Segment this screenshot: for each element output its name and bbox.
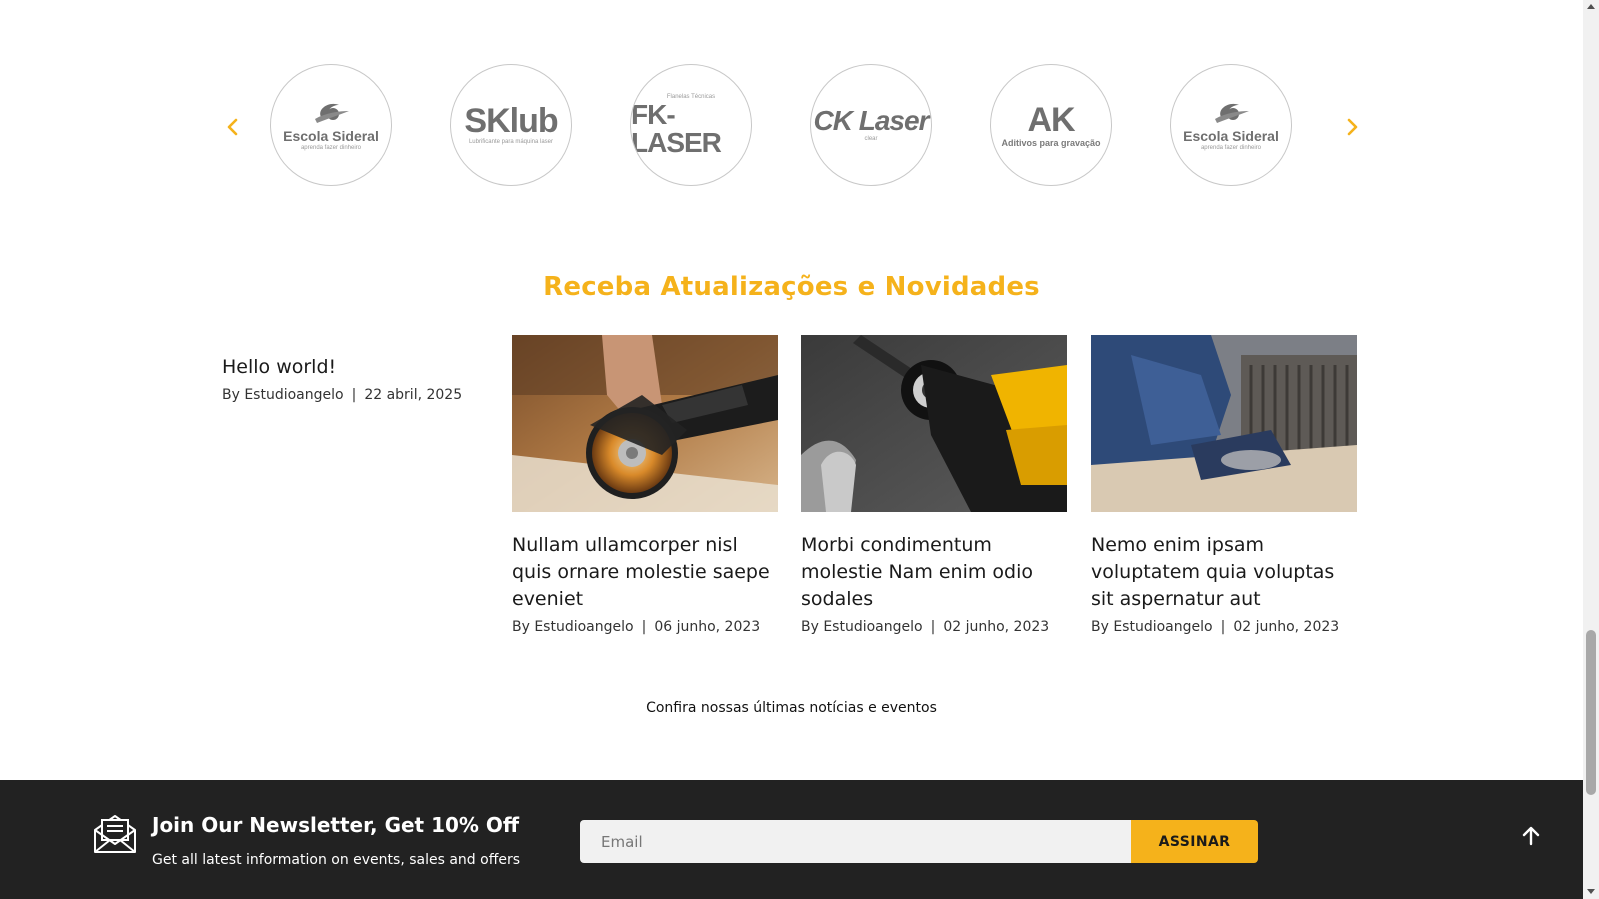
blog-post: Nullam ullamcorper nisl quis ornare mole… bbox=[512, 335, 778, 635]
meta-separator: | bbox=[351, 387, 357, 403]
brand-name: Escola Sideral bbox=[1183, 127, 1279, 144]
post-meta: By Estudioangelo | 02 junho, 2023 bbox=[801, 619, 1067, 635]
brand-tagline: Aditivos para gravação bbox=[1001, 137, 1101, 148]
brand-tagline: clear bbox=[864, 136, 878, 143]
arrow-up-icon bbox=[1522, 826, 1540, 846]
newsletter-subtitle: Get all latest information on events, sa… bbox=[152, 852, 521, 868]
brand-name: FK-LASER bbox=[631, 98, 722, 158]
chevron-left-icon bbox=[227, 118, 238, 136]
post-title-link[interactable]: Hello world! bbox=[222, 354, 488, 381]
post-title-link[interactable]: Nullam ullamcorper nisl quis ornare mole… bbox=[512, 532, 778, 613]
latest-news-link[interactable]: Confira nossas últimas notícias e evento… bbox=[0, 700, 1583, 716]
meta-separator: | bbox=[1220, 619, 1226, 635]
post-date: 06 junho, 2023 bbox=[654, 619, 761, 635]
escola-sideral-logo-icon bbox=[315, 103, 349, 123]
brand-name: SKlub bbox=[464, 102, 558, 141]
post-meta: By Estudioangelo | 22 abril, 2025 bbox=[222, 387, 488, 403]
blog-post: Nemo enim ipsam voluptatem quia voluptas… bbox=[1091, 335, 1357, 635]
brand-logo-escola-sideral[interactable]: Escola Sideral aprenda fazer dinheiro bbox=[270, 64, 392, 186]
post-author: By Estudioangelo bbox=[222, 387, 344, 403]
post-author: By Estudioangelo bbox=[1091, 619, 1213, 635]
post-date: 02 junho, 2023 bbox=[943, 619, 1050, 635]
subscribe-button[interactable]: ASSINAR bbox=[1131, 820, 1258, 863]
post-image-drill[interactable] bbox=[801, 335, 1067, 512]
scroll-down-arrow-icon[interactable] bbox=[1587, 889, 1595, 894]
brand-logo-ck-laser[interactable]: CK Laser clear bbox=[810, 64, 932, 186]
escola-sideral-logo-icon bbox=[1215, 103, 1249, 123]
meta-separator: | bbox=[641, 619, 647, 635]
brand-name: Escola Sideral bbox=[283, 127, 379, 144]
email-input[interactable] bbox=[580, 820, 1131, 863]
brand-logo-escola-sideral[interactable]: Escola Sideral aprenda fazer dinheiro bbox=[1170, 64, 1292, 186]
brand-logo-ak[interactable]: AK Aditivos para gravação bbox=[990, 64, 1112, 186]
chevron-right-icon bbox=[1347, 118, 1358, 136]
post-title-link[interactable]: Nemo enim ipsam voluptatem quia voluptas… bbox=[1091, 532, 1357, 613]
post-image-angle-grinder[interactable] bbox=[512, 335, 778, 512]
scrollbar-thumb[interactable] bbox=[1586, 630, 1596, 795]
brand-name: CK Laser bbox=[813, 105, 930, 137]
brand-tagline: Lubrificante para máquina laser bbox=[468, 139, 554, 146]
post-author: By Estudioangelo bbox=[801, 619, 923, 635]
section-title: Receba Atualizações e Novidades bbox=[543, 272, 1040, 302]
brand-logo-fk-laser[interactable]: Flanelas Técnicas FK-LASER bbox=[630, 64, 752, 186]
post-meta: By Estudioangelo | 06 junho, 2023 bbox=[512, 619, 778, 635]
newsletter-footer: Join Our Newsletter, Get 10% Off Get all… bbox=[0, 780, 1583, 899]
page-scrollbar[interactable] bbox=[1583, 0, 1599, 899]
envelope-icon bbox=[94, 815, 136, 853]
post-author: By Estudioangelo bbox=[512, 619, 634, 635]
brand-logo-sklub[interactable]: SKlub Lubrificante para máquina laser bbox=[450, 64, 572, 186]
brand-name: AK bbox=[1027, 100, 1075, 139]
brand-tagline: aprenda fazer dinheiro bbox=[1200, 144, 1262, 151]
brand-carousel: Escola Sideral aprenda fazer dinheiro SK… bbox=[220, 64, 1360, 190]
meta-separator: | bbox=[930, 619, 936, 635]
post-title-link[interactable]: Morbi condimentum molestie Nam enim odio… bbox=[801, 532, 1067, 613]
newsletter-form: ASSINAR bbox=[580, 820, 1258, 863]
blog-post: Morbi condimentum molestie Nam enim odio… bbox=[801, 335, 1067, 635]
carousel-next-button[interactable] bbox=[1342, 114, 1362, 140]
blog-post: Hello world! By Estudioangelo | 22 abril, … bbox=[222, 354, 488, 403]
post-meta: By Estudioangelo | 02 junho, 2023 bbox=[1091, 619, 1357, 635]
carousel-prev-button[interactable] bbox=[223, 114, 243, 140]
brand-tagline: aprenda fazer dinheiro bbox=[300, 144, 362, 151]
scroll-up-arrow-icon[interactable] bbox=[1587, 4, 1595, 9]
back-to-top-button[interactable] bbox=[1519, 824, 1543, 848]
page: Escola Sideral aprenda fazer dinheiro SK… bbox=[0, 0, 1583, 899]
post-image-worker-sander[interactable] bbox=[1091, 335, 1357, 512]
post-date: 22 abril, 2025 bbox=[364, 387, 463, 403]
newsletter-title: Join Our Newsletter, Get 10% Off bbox=[152, 813, 520, 837]
post-date: 02 junho, 2023 bbox=[1233, 619, 1340, 635]
